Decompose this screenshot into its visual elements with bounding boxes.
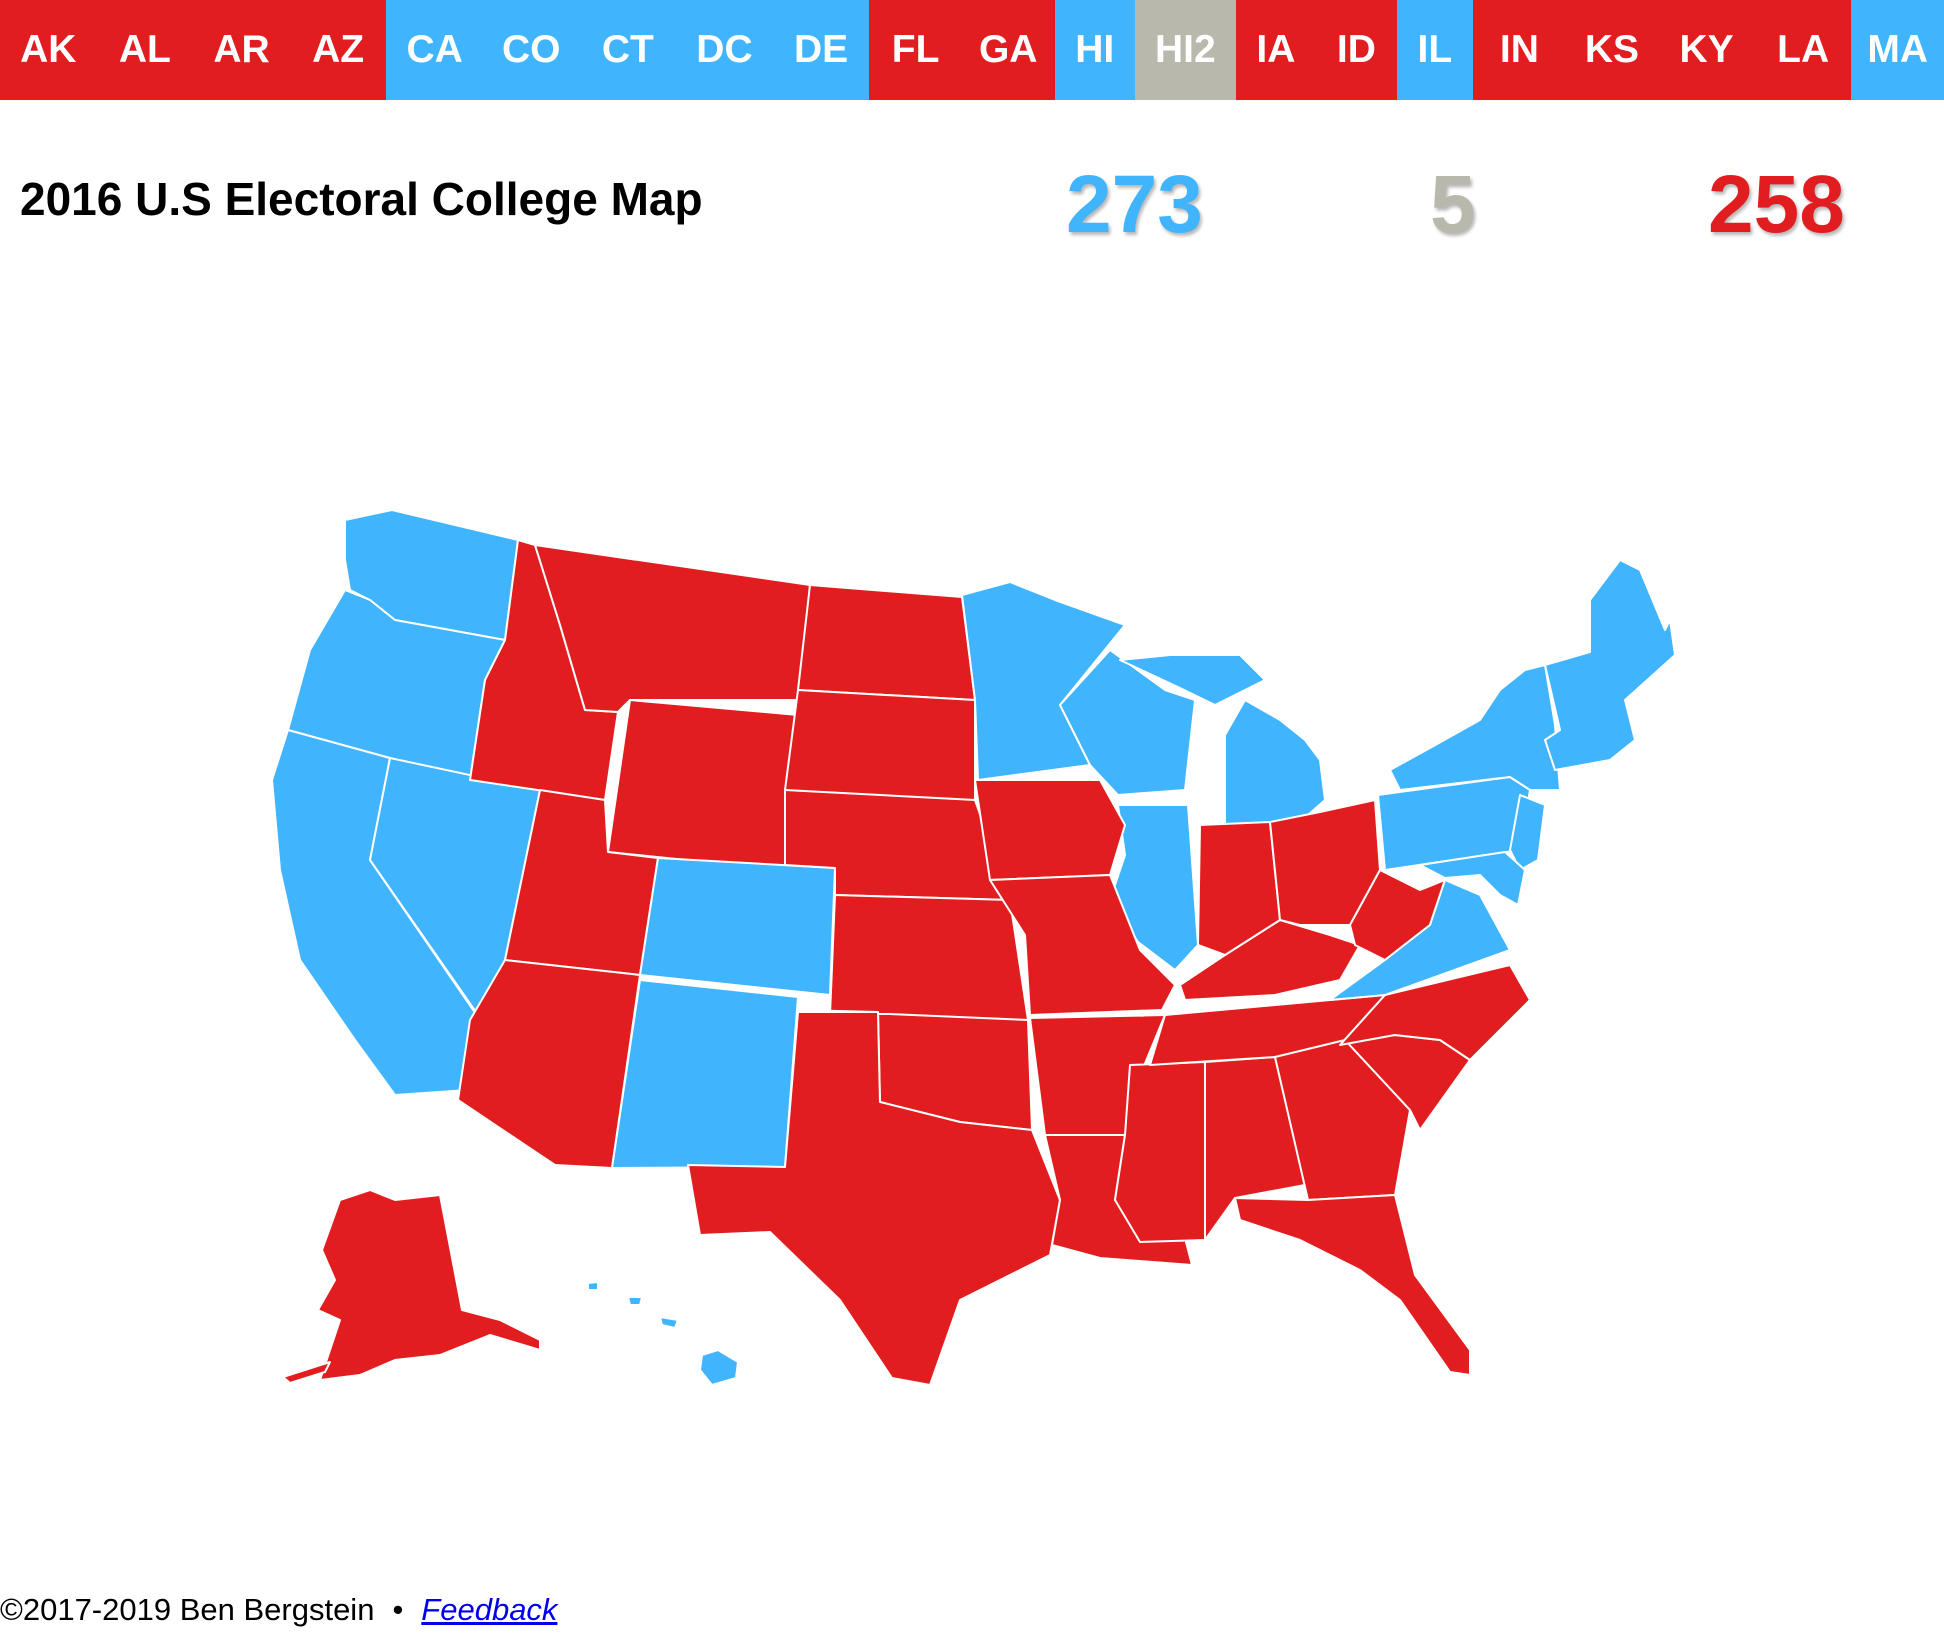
republican-tally: 258 [1708,159,1845,250]
state-ak[interactable] [317,1189,541,1381]
state-new-england[interactable] [1544,559,1676,771]
tab-ks[interactable]: KS [1565,0,1659,100]
tab-ia[interactable]: IA [1235,0,1317,100]
tab-il[interactable]: IL [1396,0,1474,100]
state-co[interactable] [639,857,836,996]
tab-de[interactable]: DE [772,0,870,100]
tab-la[interactable]: LA [1754,0,1852,100]
electoral-map [271,509,1676,1386]
tab-az[interactable]: AZ [289,0,387,100]
page-title: 2016 U.S Electoral College Map [20,173,703,225]
state-mi[interactable] [1224,699,1326,826]
tab-dc[interactable]: DC [676,0,773,100]
state-wy[interactable] [607,699,799,871]
tab-hi2[interactable]: HI2 [1135,0,1236,100]
state-tab-bar: AK AL AR AZ CA CO CT DC DE FL GA HI HI2 IA ID IL IN KS KY L… [0,0,1944,100]
democratic-tally: 273 [1066,159,1203,250]
tab-ct[interactable]: CT [579,0,677,100]
tab-co[interactable]: CO [482,0,580,100]
tab-id[interactable]: ID [1316,0,1397,100]
tab-fl[interactable]: FL [869,0,962,100]
state-hi[interactable] [699,1349,739,1386]
footer: ©2017-2019 Ben Bergstein • Feedback [0,1592,557,1628]
tab-ar[interactable]: AR [193,0,290,100]
state-ny[interactable] [1389,664,1561,791]
footer-separator: • [392,1592,404,1627]
feedback-link[interactable]: Feedback [421,1592,557,1627]
tab-ma[interactable]: MA [1851,0,1944,100]
tab-ak[interactable]: AK [0,0,97,100]
copyright-text: ©2017-2019 Ben Bergstein [0,1592,375,1627]
state-nm[interactable] [611,979,799,1169]
tab-in[interactable]: IN [1473,0,1566,100]
tab-al[interactable]: AL [96,0,194,100]
tab-ky[interactable]: KY [1658,0,1755,100]
state-ms[interactable] [1114,1061,1206,1243]
state-fl[interactable] [1234,1194,1471,1376]
tab-ca[interactable]: CA [386,0,483,100]
state-ia[interactable] [974,779,1126,881]
state-nd[interactable] [797,584,976,701]
tab-hi[interactable]: HI [1054,0,1135,100]
state-hi-islands[interactable] [587,1281,679,1329]
other-tally: 5 [1430,159,1476,250]
tab-ga[interactable]: GA [961,0,1055,100]
state-ks[interactable] [829,894,1029,1021]
